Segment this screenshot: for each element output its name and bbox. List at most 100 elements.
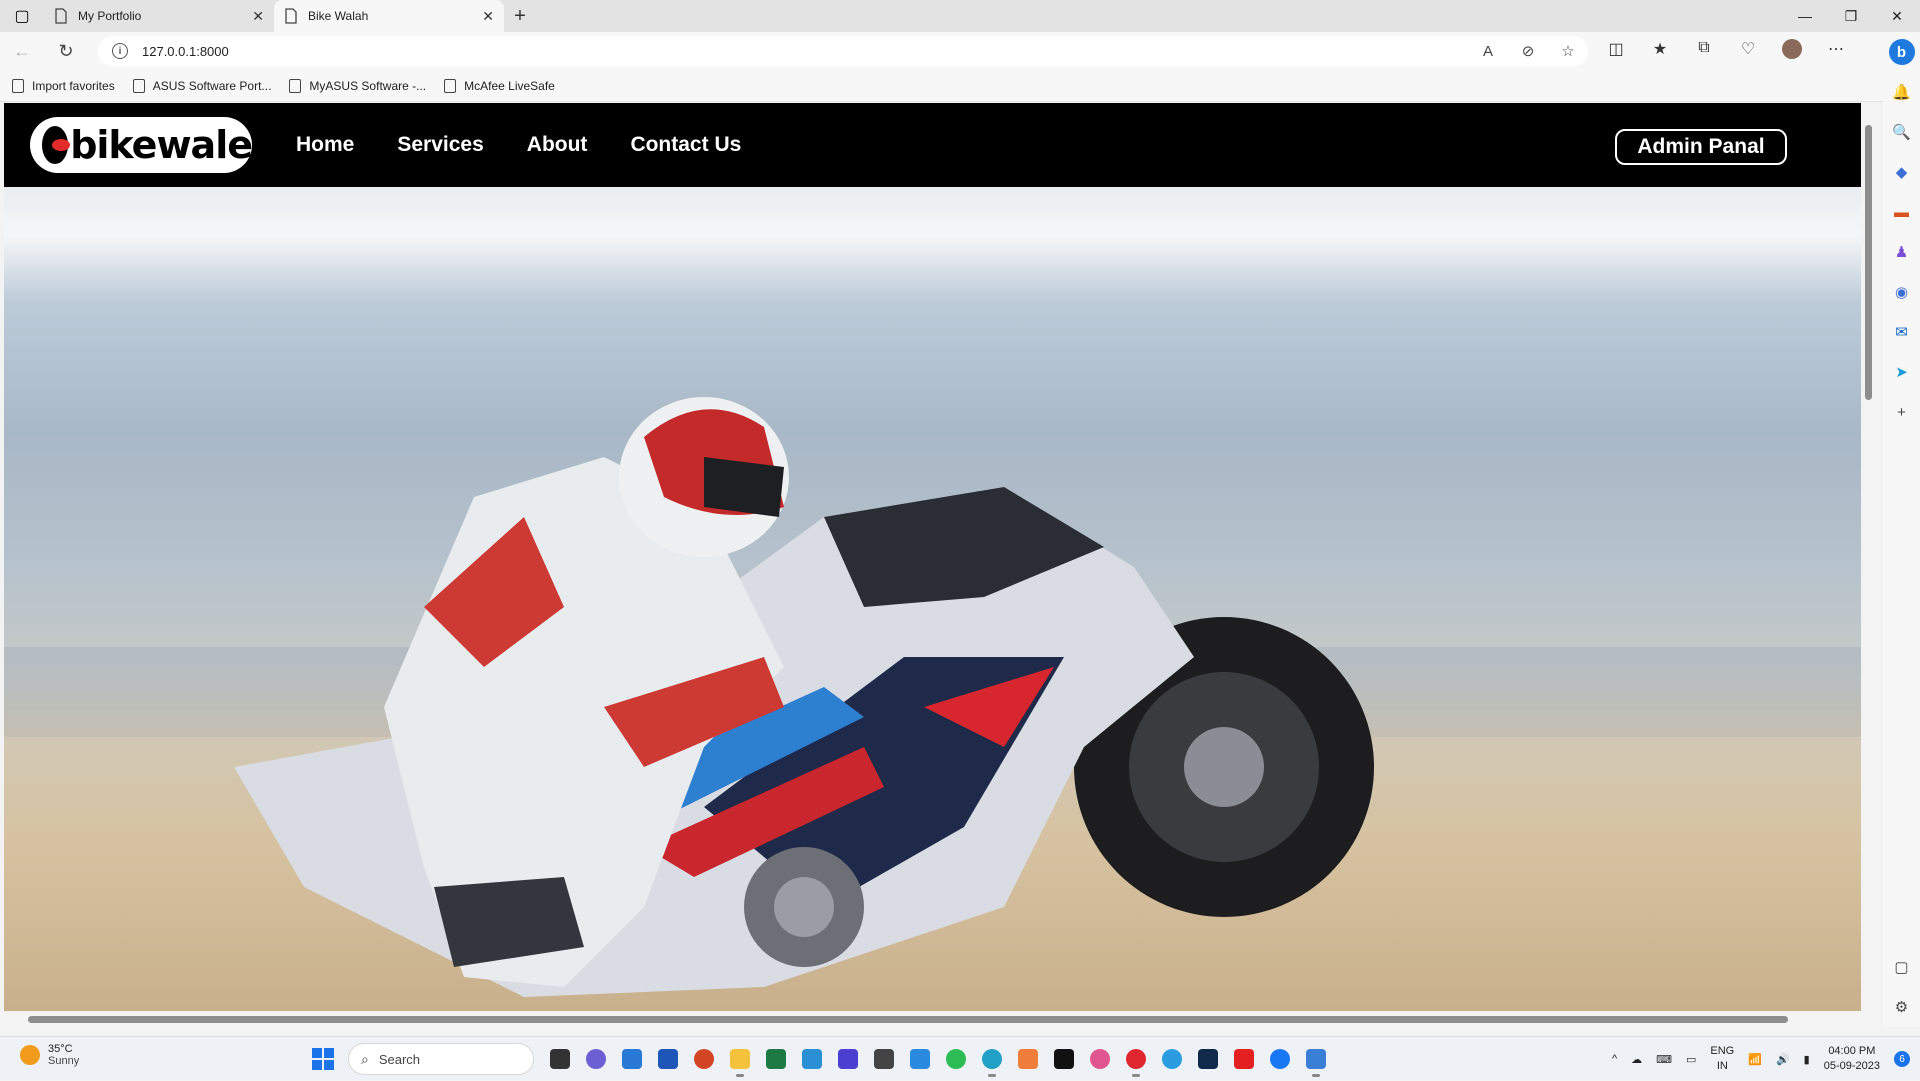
new-tab-icon[interactable]: + bbox=[504, 0, 536, 32]
weather-widget[interactable]: 35°C Sunny bbox=[20, 1043, 79, 1067]
favorite-mcafee[interactable]: McAfee LiveSafe bbox=[444, 78, 555, 93]
drop-icon[interactable]: ➤ bbox=[1883, 352, 1920, 392]
task-view-icon[interactable] bbox=[542, 1043, 578, 1075]
visio-icon[interactable] bbox=[830, 1043, 866, 1075]
excel-icon[interactable] bbox=[758, 1043, 794, 1075]
logo-text: bikewale bbox=[70, 123, 253, 167]
favorites-bar: Import favorites ASUS Software Port... M… bbox=[0, 70, 1920, 102]
start-windows-icon[interactable] bbox=[312, 1048, 334, 1070]
system-tray: ^ ☁ ⌨ ▭ ENG IN 📶 🔊 ▮ 04:00 PM 05-09-2023… bbox=[1612, 1037, 1920, 1081]
add-icon[interactable]: + bbox=[1883, 392, 1920, 432]
outlook-icon[interactable]: ✉ bbox=[1883, 312, 1920, 352]
scroll-thumb[interactable] bbox=[28, 1016, 1788, 1023]
window-controls: — ❐ ✕ bbox=[1782, 0, 1920, 32]
nvidia-icon[interactable] bbox=[1046, 1043, 1082, 1075]
nav-home[interactable]: Home bbox=[296, 133, 354, 157]
hide-sidebar-icon[interactable]: ▢ bbox=[1883, 947, 1920, 987]
back-icon[interactable]: ← bbox=[0, 32, 44, 70]
toolbar: ◫ ★ ⧉ ♡ ⋯ bbox=[1594, 38, 1858, 64]
page-viewport: bikewale Home Services About Contact Us … bbox=[4, 103, 1861, 1011]
hero-image bbox=[4, 187, 1861, 1011]
vscode-icon[interactable] bbox=[902, 1043, 938, 1075]
unity-icon[interactable] bbox=[866, 1043, 902, 1075]
favorite-myasus[interactable]: MyASUS Software -... bbox=[289, 78, 426, 93]
admin-panel-button[interactable]: Admin Panal bbox=[1615, 129, 1787, 165]
youtube-icon[interactable] bbox=[1226, 1043, 1262, 1075]
tools-icon[interactable]: ▬ bbox=[1883, 192, 1920, 232]
teams-icon[interactable] bbox=[578, 1043, 614, 1075]
tab-title: Bike Walah bbox=[308, 9, 369, 23]
pen-tool-icon[interactable] bbox=[1298, 1043, 1334, 1077]
tab-actions-icon[interactable]: ▢ bbox=[0, 0, 44, 32]
whatsapp-icon[interactable] bbox=[938, 1043, 974, 1075]
xampp-icon[interactable] bbox=[1010, 1043, 1046, 1075]
itunes-icon[interactable] bbox=[1082, 1043, 1118, 1075]
favorite-import[interactable]: Import favorites bbox=[12, 78, 115, 93]
page-icon bbox=[285, 8, 297, 24]
telegram-icon[interactable] bbox=[1154, 1043, 1190, 1075]
minimize-icon[interactable]: — bbox=[1782, 0, 1828, 32]
motorcycle-racer-image bbox=[234, 397, 1374, 997]
chevron-up-icon[interactable]: ^ bbox=[1612, 1053, 1617, 1065]
folder-icon bbox=[12, 78, 24, 93]
restore-icon[interactable]: ❐ bbox=[1828, 0, 1874, 32]
wifi-icon[interactable]: 📶 bbox=[1748, 1053, 1762, 1066]
split-screen-icon[interactable]: ◫ bbox=[1594, 39, 1638, 64]
language-indicator[interactable]: ENG IN bbox=[1710, 1044, 1734, 1074]
close-tab-icon[interactable]: ✕ bbox=[482, 8, 494, 25]
search-icon[interactable]: 🔍 bbox=[1883, 112, 1920, 152]
url-text: 127.0.0.1:8000 bbox=[142, 43, 229, 59]
tab-bike-walah[interactable]: Bike Walah ✕ bbox=[274, 0, 504, 32]
notepad-icon[interactable] bbox=[614, 1043, 650, 1075]
tracking-prevention-icon[interactable]: ⊘ bbox=[1508, 42, 1548, 60]
close-tab-icon[interactable]: ✕ bbox=[252, 8, 264, 25]
display-icon[interactable]: ▭ bbox=[1686, 1053, 1696, 1066]
clock[interactable]: 04:00 PM 05-09-2023 bbox=[1824, 1044, 1880, 1074]
settings-icon[interactable]: ⚙ bbox=[1883, 987, 1920, 1027]
powerpoint-icon[interactable] bbox=[686, 1043, 722, 1075]
notification-badge[interactable]: 6 bbox=[1894, 1051, 1910, 1067]
read-aloud-icon[interactable]: A bbox=[1468, 43, 1508, 60]
notifications-icon[interactable]: 🔔 bbox=[1883, 72, 1920, 112]
taskbar: 35°C Sunny ⌕ Search ^ ☁ ⌨ ▭ ENG IN 📶 🔊 ▮… bbox=[0, 1036, 1920, 1080]
file-explorer-icon[interactable] bbox=[722, 1043, 758, 1077]
opera-icon[interactable] bbox=[1118, 1043, 1154, 1077]
edge-icon[interactable] bbox=[974, 1043, 1010, 1077]
photoshop-icon[interactable] bbox=[1190, 1043, 1226, 1075]
favorites-icon[interactable]: ★ bbox=[1638, 39, 1682, 64]
site-logo[interactable]: bikewale bbox=[30, 117, 253, 173]
favorite-star-icon[interactable]: ☆ bbox=[1548, 42, 1588, 60]
battery-icon[interactable]: ▮ bbox=[1804, 1053, 1810, 1066]
onedrive-icon[interactable]: ☁ bbox=[1631, 1053, 1642, 1066]
info-icon[interactable]: i bbox=[112, 43, 128, 59]
refresh-icon[interactable]: ↻ bbox=[44, 32, 88, 70]
games-icon[interactable]: ♟ bbox=[1883, 232, 1920, 272]
mail-icon[interactable] bbox=[794, 1043, 830, 1075]
volume-icon[interactable]: 🔊 bbox=[1776, 1053, 1790, 1066]
shopping-icon[interactable]: ◆ bbox=[1883, 152, 1920, 192]
favorite-asus[interactable]: ASUS Software Port... bbox=[132, 78, 271, 93]
horizontal-scrollbar[interactable] bbox=[4, 1011, 1861, 1027]
profile-avatar[interactable] bbox=[1770, 38, 1814, 64]
more-menu-icon[interactable]: ⋯ bbox=[1814, 39, 1858, 64]
url-field[interactable]: i 127.0.0.1:8000 A ⊘ ☆ bbox=[98, 36, 1588, 66]
keyboard-icon[interactable]: ⌨ bbox=[1656, 1053, 1672, 1066]
office-icon[interactable]: ◉ bbox=[1883, 272, 1920, 312]
taskbar-search[interactable]: ⌕ Search bbox=[348, 1043, 534, 1075]
bing-chat-icon[interactable]: b bbox=[1883, 32, 1920, 72]
word-icon[interactable] bbox=[650, 1043, 686, 1075]
facebook-icon[interactable] bbox=[1262, 1043, 1298, 1075]
browser-essentials-icon[interactable]: ♡ bbox=[1726, 39, 1770, 64]
tab-my-portfolio[interactable]: My Portfolio ✕ bbox=[44, 0, 274, 32]
logo-mark-icon bbox=[42, 126, 71, 164]
nav-services[interactable]: Services bbox=[397, 133, 483, 157]
scroll-thumb[interactable] bbox=[1865, 125, 1872, 400]
collections-icon[interactable]: ⧉ bbox=[1682, 39, 1726, 64]
page-icon bbox=[444, 78, 457, 93]
close-window-icon[interactable]: ✕ bbox=[1874, 0, 1920, 32]
nav-contact[interactable]: Contact Us bbox=[630, 133, 741, 157]
nav-about[interactable]: About bbox=[527, 133, 588, 157]
main-menu: Home Services About Contact Us bbox=[296, 133, 784, 157]
sun-icon bbox=[20, 1045, 40, 1065]
vertical-scrollbar[interactable] bbox=[1861, 103, 1875, 1011]
